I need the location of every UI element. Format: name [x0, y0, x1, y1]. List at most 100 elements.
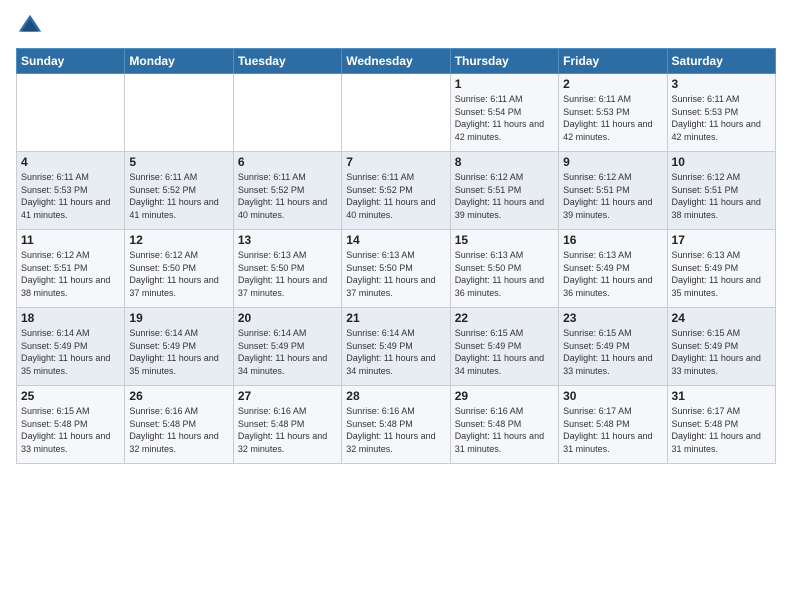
weekday-header-tuesday: Tuesday	[233, 49, 341, 74]
day-number: 13	[238, 233, 337, 247]
day-number: 14	[346, 233, 445, 247]
calendar-cell	[233, 74, 341, 152]
calendar-cell: 6 Sunrise: 6:11 AM Sunset: 5:52 PM Daylig…	[233, 152, 341, 230]
day-number: 12	[129, 233, 228, 247]
page: SundayMondayTuesdayWednesdayThursdayFrid…	[0, 0, 792, 612]
day-info: Sunrise: 6:16 AM Sunset: 5:48 PM Dayligh…	[238, 405, 337, 455]
day-number: 10	[672, 155, 771, 169]
day-info: Sunrise: 6:12 AM Sunset: 5:51 PM Dayligh…	[563, 171, 662, 221]
day-info: Sunrise: 6:12 AM Sunset: 5:50 PM Dayligh…	[129, 249, 228, 299]
weekday-header-friday: Friday	[559, 49, 667, 74]
day-info: Sunrise: 6:17 AM Sunset: 5:48 PM Dayligh…	[672, 405, 771, 455]
calendar-week-3: 18Sunrise: 6:14 AM Sunset: 5:49 PM Dayli…	[17, 308, 776, 386]
day-number: 3	[672, 77, 771, 91]
weekday-header-saturday: Saturday	[667, 49, 775, 74]
day-number: 11	[21, 233, 120, 247]
day-number: 16	[563, 233, 662, 247]
calendar-cell: 20 Sunrise: 6:14 AM Sunset: 5:49 PM Dayli…	[233, 308, 341, 386]
calendar-cell: 29 Sunrise: 6:16 AM Sunset: 5:48 PM Dayli…	[450, 386, 558, 464]
day-info: Sunrise: 6:13 AM Sunset: 5:50 PM Dayligh…	[455, 249, 554, 299]
logo	[16, 12, 48, 40]
day-info: Sunrise: 6:11 AM Sunset: 5:53 PM Dayligh…	[21, 171, 120, 221]
day-info: Sunrise: 6:14 AM Sunset: 5:49 PM Dayligh…	[346, 327, 445, 377]
calendar-cell: 13 Sunrise: 6:13 AM Sunset: 5:50 PM Dayli…	[233, 230, 341, 308]
weekday-header-monday: Monday	[125, 49, 233, 74]
day-number: 31	[672, 389, 771, 403]
day-number: 28	[346, 389, 445, 403]
day-info: Sunrise: 6:14 AM Sunset: 5:49 PM Dayligh…	[129, 327, 228, 377]
calendar-cell: 15 Sunrise: 6:13 AM Sunset: 5:50 PM Dayli…	[450, 230, 558, 308]
day-info: Sunrise: 6:13 AM Sunset: 5:49 PM Dayligh…	[563, 249, 662, 299]
day-number: 25	[21, 389, 120, 403]
header	[16, 12, 776, 40]
day-number: 8	[455, 155, 554, 169]
calendar-cell: 4Sunrise: 6:11 AM Sunset: 5:53 PM Daylig…	[17, 152, 125, 230]
day-info: Sunrise: 6:13 AM Sunset: 5:50 PM Dayligh…	[346, 249, 445, 299]
calendar-cell: 7 Sunrise: 6:11 AM Sunset: 5:52 PM Daylig…	[342, 152, 450, 230]
calendar-cell: 31 Sunrise: 6:17 AM Sunset: 5:48 PM Dayli…	[667, 386, 775, 464]
logo-icon	[16, 12, 44, 40]
calendar-header: SundayMondayTuesdayWednesdayThursdayFrid…	[17, 49, 776, 74]
day-info: Sunrise: 6:15 AM Sunset: 5:49 PM Dayligh…	[563, 327, 662, 377]
day-info: Sunrise: 6:11 AM Sunset: 5:53 PM Dayligh…	[672, 93, 771, 143]
calendar-cell: 5 Sunrise: 6:11 AM Sunset: 5:52 PM Daylig…	[125, 152, 233, 230]
calendar-cell: 24 Sunrise: 6:15 AM Sunset: 5:49 PM Dayli…	[667, 308, 775, 386]
day-number: 24	[672, 311, 771, 325]
day-info: Sunrise: 6:16 AM Sunset: 5:48 PM Dayligh…	[455, 405, 554, 455]
day-info: Sunrise: 6:11 AM Sunset: 5:53 PM Dayligh…	[563, 93, 662, 143]
calendar-cell	[17, 74, 125, 152]
calendar-cell: 22Sunrise: 6:15 AM Sunset: 5:49 PM Dayli…	[450, 308, 558, 386]
calendar-cell: 9 Sunrise: 6:12 AM Sunset: 5:51 PM Daylig…	[559, 152, 667, 230]
calendar-cell: 10 Sunrise: 6:12 AM Sunset: 5:51 PM Dayli…	[667, 152, 775, 230]
day-info: Sunrise: 6:11 AM Sunset: 5:52 PM Dayligh…	[346, 171, 445, 221]
calendar-cell	[342, 74, 450, 152]
calendar-cell: 1Sunrise: 6:11 AM Sunset: 5:54 PM Daylig…	[450, 74, 558, 152]
day-info: Sunrise: 6:11 AM Sunset: 5:52 PM Dayligh…	[238, 171, 337, 221]
calendar: SundayMondayTuesdayWednesdayThursdayFrid…	[16, 48, 776, 464]
weekday-header-sunday: Sunday	[17, 49, 125, 74]
day-number: 2	[563, 77, 662, 91]
day-info: Sunrise: 6:13 AM Sunset: 5:50 PM Dayligh…	[238, 249, 337, 299]
calendar-cell: 8 Sunrise: 6:12 AM Sunset: 5:51 PM Daylig…	[450, 152, 558, 230]
day-number: 9	[563, 155, 662, 169]
calendar-cell: 30 Sunrise: 6:17 AM Sunset: 5:48 PM Dayli…	[559, 386, 667, 464]
calendar-week-2: 11Sunrise: 6:12 AM Sunset: 5:51 PM Dayli…	[17, 230, 776, 308]
day-info: Sunrise: 6:16 AM Sunset: 5:48 PM Dayligh…	[129, 405, 228, 455]
calendar-cell: 11Sunrise: 6:12 AM Sunset: 5:51 PM Dayli…	[17, 230, 125, 308]
calendar-cell: 23Sunrise: 6:15 AM Sunset: 5:49 PM Dayli…	[559, 308, 667, 386]
calendar-cell: 12 Sunrise: 6:12 AM Sunset: 5:50 PM Dayli…	[125, 230, 233, 308]
calendar-week-0: 1Sunrise: 6:11 AM Sunset: 5:54 PM Daylig…	[17, 74, 776, 152]
day-number: 29	[455, 389, 554, 403]
day-number: 15	[455, 233, 554, 247]
calendar-body: 1Sunrise: 6:11 AM Sunset: 5:54 PM Daylig…	[17, 74, 776, 464]
day-info: Sunrise: 6:12 AM Sunset: 5:51 PM Dayligh…	[455, 171, 554, 221]
day-info: Sunrise: 6:14 AM Sunset: 5:49 PM Dayligh…	[238, 327, 337, 377]
day-number: 19	[129, 311, 228, 325]
calendar-cell: 21 Sunrise: 6:14 AM Sunset: 5:49 PM Dayli…	[342, 308, 450, 386]
calendar-cell: 26 Sunrise: 6:16 AM Sunset: 5:48 PM Dayli…	[125, 386, 233, 464]
calendar-week-1: 4Sunrise: 6:11 AM Sunset: 5:53 PM Daylig…	[17, 152, 776, 230]
day-number: 20	[238, 311, 337, 325]
day-number: 30	[563, 389, 662, 403]
weekday-header-wednesday: Wednesday	[342, 49, 450, 74]
calendar-cell	[125, 74, 233, 152]
day-info: Sunrise: 6:11 AM Sunset: 5:52 PM Dayligh…	[129, 171, 228, 221]
day-info: Sunrise: 6:15 AM Sunset: 5:49 PM Dayligh…	[672, 327, 771, 377]
day-info: Sunrise: 6:17 AM Sunset: 5:48 PM Dayligh…	[563, 405, 662, 455]
day-info: Sunrise: 6:16 AM Sunset: 5:48 PM Dayligh…	[346, 405, 445, 455]
day-number: 6	[238, 155, 337, 169]
day-number: 5	[129, 155, 228, 169]
weekday-header-thursday: Thursday	[450, 49, 558, 74]
day-number: 21	[346, 311, 445, 325]
calendar-cell: 19 Sunrise: 6:14 AM Sunset: 5:49 PM Dayli…	[125, 308, 233, 386]
day-number: 7	[346, 155, 445, 169]
day-number: 26	[129, 389, 228, 403]
calendar-cell: 27 Sunrise: 6:16 AM Sunset: 5:48 PM Dayli…	[233, 386, 341, 464]
day-number: 27	[238, 389, 337, 403]
day-info: Sunrise: 6:11 AM Sunset: 5:54 PM Dayligh…	[455, 93, 554, 143]
calendar-cell: 2 Sunrise: 6:11 AM Sunset: 5:53 PM Daylig…	[559, 74, 667, 152]
day-info: Sunrise: 6:15 AM Sunset: 5:49 PM Dayligh…	[455, 327, 554, 377]
calendar-cell: 18Sunrise: 6:14 AM Sunset: 5:49 PM Dayli…	[17, 308, 125, 386]
day-info: Sunrise: 6:12 AM Sunset: 5:51 PM Dayligh…	[672, 171, 771, 221]
day-info: Sunrise: 6:13 AM Sunset: 5:49 PM Dayligh…	[672, 249, 771, 299]
